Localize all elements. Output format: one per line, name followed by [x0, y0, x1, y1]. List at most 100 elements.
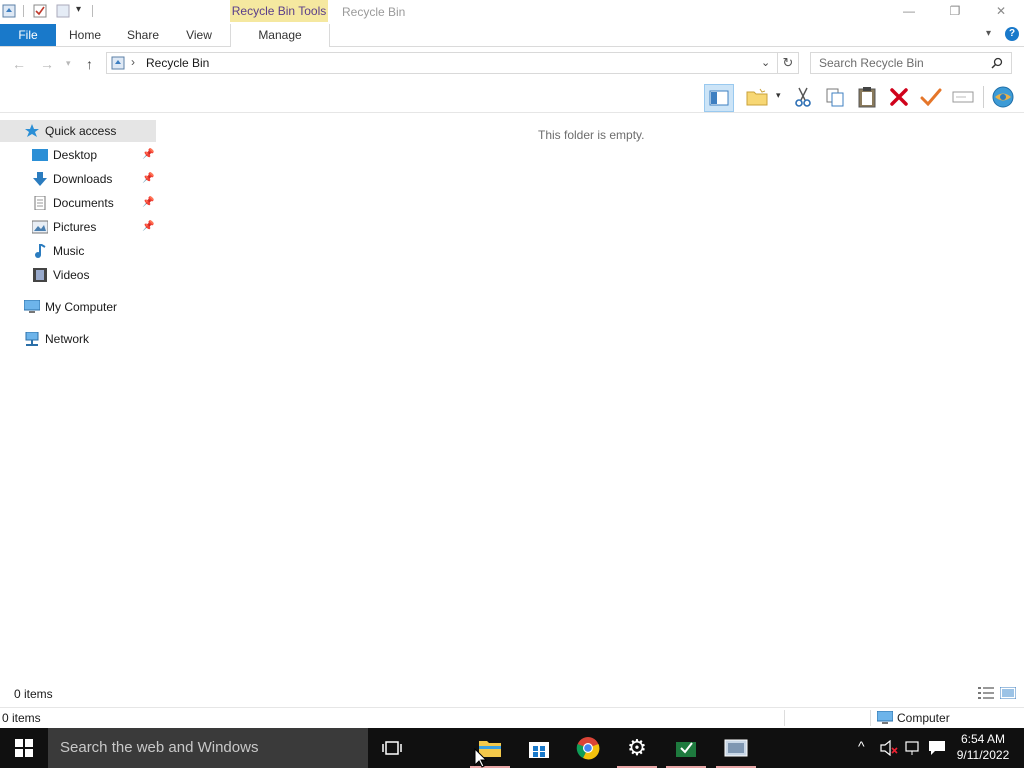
downloads-icon — [33, 172, 47, 186]
pin-icon[interactable]: 📌 — [142, 168, 154, 190]
search-placeholder: Search Recycle Bin — [819, 56, 924, 70]
network-icon — [25, 332, 39, 346]
taskbar-chrome[interactable] — [564, 728, 612, 768]
nav-label: Pictures — [53, 220, 97, 234]
back-icon[interactable]: ← — [12, 56, 26, 72]
window-title: Recycle Bin — [342, 5, 406, 19]
rename-icon[interactable] — [950, 84, 976, 110]
breadcrumb-separator[interactable]: › — [131, 55, 135, 69]
details-item-count: 0 items — [2, 711, 41, 725]
new-dropdown-icon[interactable]: ▾ — [776, 90, 781, 101]
recycle-bin-small-icon — [111, 56, 125, 70]
search-icon[interactable] — [991, 57, 1003, 69]
show-hidden-icons-icon[interactable]: ^ — [858, 738, 865, 754]
volume-muted-icon[interactable] — [880, 740, 898, 756]
nav-item-pictures[interactable]: Pictures 📌 — [0, 216, 156, 238]
tab-view[interactable]: View — [176, 24, 222, 46]
nav-label: Quick access — [45, 124, 117, 138]
status-bar: 0 items — [0, 684, 1024, 704]
layout-toggle-icon[interactable] — [704, 84, 734, 112]
toolbar-separator — [983, 86, 984, 108]
close-button[interactable]: ✕ — [978, 0, 1024, 22]
details-bar: 0 items Computer — [0, 707, 1024, 728]
network-globe-icon[interactable] — [990, 84, 1016, 110]
pin-icon[interactable]: 📌 — [142, 216, 154, 238]
copy-icon[interactable] — [822, 84, 848, 110]
search-input[interactable]: Search Recycle Bin — [810, 52, 1012, 74]
recycle-bin-small-icon — [2, 4, 16, 18]
delete-icon[interactable] — [886, 84, 912, 110]
nav-label: My Computer — [45, 300, 118, 314]
task-view-button[interactable] — [368, 728, 416, 768]
taskbar-store[interactable] — [515, 728, 563, 768]
forward-icon[interactable]: → — [40, 56, 54, 72]
zone-label: Computer — [897, 711, 950, 725]
restore-check-icon[interactable] — [918, 84, 944, 110]
nav-item-my-computer[interactable]: My Computer — [0, 296, 156, 318]
contextual-tab-group: Recycle Bin Tools — [230, 0, 328, 22]
paste-icon[interactable] — [854, 84, 880, 110]
desktop-icon — [32, 149, 48, 161]
qat-separator — [92, 5, 93, 17]
new-folder-icon[interactable] — [744, 84, 770, 110]
documents-icon — [34, 196, 46, 210]
breadcrumb[interactable]: Recycle Bin — [146, 56, 209, 70]
up-icon[interactable]: ↑ — [86, 56, 93, 72]
properties-icon[interactable] — [33, 4, 47, 18]
new-folder-icon[interactable] — [56, 4, 70, 18]
taskbar-search-input[interactable]: Search the web and Windows — [48, 728, 368, 768]
taskbar-app[interactable] — [662, 728, 710, 768]
pin-icon[interactable]: 📌 — [142, 144, 154, 166]
task-view-icon — [382, 741, 402, 755]
recent-locations-icon[interactable]: ▾ — [66, 58, 71, 69]
large-icons-view-icon[interactable] — [999, 686, 1017, 702]
taskbar-settings[interactable]: ⚙ — [613, 728, 661, 768]
restore-button[interactable]: ❐ — [932, 0, 978, 22]
star-icon — [25, 124, 39, 137]
cut-icon[interactable] — [790, 84, 816, 110]
refresh-icon[interactable]: ↻ — [778, 52, 799, 74]
taskbar-search-placeholder: Search the web and Windows — [60, 739, 259, 756]
qat-dropdown-icon[interactable]: ▾ — [76, 4, 81, 15]
computer-icon — [877, 711, 893, 724]
details-view-icon[interactable] — [978, 687, 994, 702]
videos-icon — [33, 268, 47, 282]
pictures-icon — [32, 220, 48, 234]
minimize-button[interactable]: — — [886, 0, 932, 22]
nav-label: Documents — [53, 196, 114, 210]
nav-label: Desktop — [53, 148, 98, 162]
mouse-cursor-icon — [474, 748, 488, 768]
store-icon — [529, 742, 549, 758]
spreadsheet-app-icon — [676, 742, 696, 757]
clock-date: 9/11/2022 — [956, 748, 1010, 762]
music-icon — [35, 244, 46, 258]
taskbar-app-2[interactable] — [712, 728, 760, 768]
network-tray-icon[interactable] — [904, 740, 922, 756]
nav-item-videos[interactable]: Videos — [0, 264, 156, 286]
navigation-pane: Quick access Desktop 📌 Downloads 📌 Docum… — [0, 116, 156, 686]
tab-home[interactable]: Home — [60, 24, 110, 46]
help-icon[interactable]: ? — [1005, 27, 1019, 41]
nav-item-downloads[interactable]: Downloads 📌 — [0, 168, 156, 190]
tab-share[interactable]: Share — [118, 24, 168, 46]
nav-item-network[interactable]: Network — [0, 328, 156, 350]
tab-manage[interactable]: Manage — [230, 24, 330, 47]
nav-quick-access[interactable]: Quick access — [0, 120, 156, 142]
address-dropdown-icon[interactable]: ⌄ — [761, 56, 770, 69]
nav-item-desktop[interactable]: Desktop 📌 — [0, 144, 156, 166]
action-center-icon[interactable] — [928, 740, 946, 756]
clock-time: 6:54 AM — [960, 732, 1006, 746]
tab-file[interactable]: File — [0, 24, 56, 46]
ribbon-tabs: File Home Share View Manage ▾ ? — [0, 24, 1024, 47]
divider — [870, 710, 871, 726]
start-button[interactable] — [0, 728, 48, 768]
qat-separator — [23, 5, 24, 17]
computer-icon — [24, 300, 40, 313]
file-list-area[interactable] — [156, 116, 1024, 686]
nav-item-music[interactable]: Music — [0, 240, 156, 262]
clock[interactable]: 6:54 AM 9/11/2022 — [952, 731, 1014, 763]
nav-item-documents[interactable]: Documents 📌 — [0, 192, 156, 214]
pin-icon[interactable]: 📌 — [142, 192, 154, 214]
ribbon-expand-icon[interactable]: ▾ — [986, 28, 991, 39]
address-bar[interactable]: › Recycle Bin ⌄ — [106, 52, 778, 74]
